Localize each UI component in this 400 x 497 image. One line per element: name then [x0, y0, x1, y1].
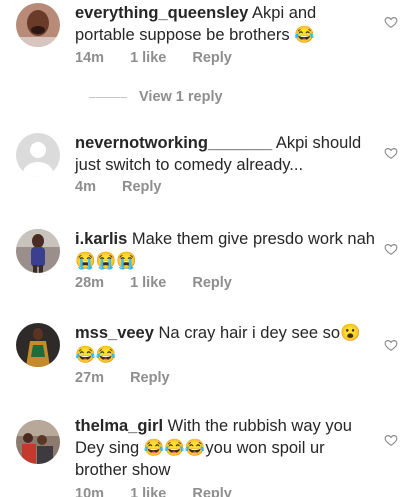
heart-icon[interactable]	[384, 146, 398, 160]
like-count[interactable]: 1 like	[130, 50, 166, 66]
comment-body: thelma_girl With the rubbish way you Dey…	[75, 415, 375, 481]
avatar[interactable]	[16, 133, 60, 177]
reply-button[interactable]: Reply	[192, 50, 232, 66]
reply-button[interactable]: Reply	[130, 370, 170, 386]
avatar[interactable]	[16, 229, 60, 273]
divider	[89, 96, 127, 98]
comment-time: 10m	[75, 486, 105, 497]
reply-button[interactable]: Reply	[192, 486, 232, 497]
comment-body: mss_veey Na cray hair i dey see so😮😂😂	[75, 322, 375, 366]
heart-icon[interactable]	[384, 15, 398, 29]
comment-time: 14m	[75, 50, 105, 66]
comment-body: nevernotworking_______ Akpi should just …	[75, 132, 375, 176]
view-replies-label[interactable]: View 1 reply	[139, 89, 223, 105]
default-avatar-icon	[16, 133, 60, 177]
like-count[interactable]: 1 like	[130, 275, 166, 291]
comment-time: 4m	[75, 179, 96, 195]
comment-time: 28m	[75, 275, 105, 291]
username[interactable]: everything_queensley	[75, 4, 248, 22]
avatar[interactable]	[16, 3, 60, 47]
avatar[interactable]	[16, 420, 60, 464]
comment-meta: 10m 1 like Reply	[75, 486, 254, 497]
avatar[interactable]	[16, 323, 60, 367]
comment-body: everything_queensley Akpi and portable s…	[75, 2, 375, 46]
username[interactable]: nevernotworking_______	[75, 134, 272, 152]
comment-meta: 28m 1 like Reply	[75, 275, 254, 291]
comment-meta: 14m 1 like Reply	[75, 50, 254, 66]
username[interactable]: i.karlis	[75, 230, 127, 248]
comment-meta: 4m Reply	[75, 179, 184, 195]
view-replies[interactable]: View 1 reply	[75, 89, 223, 105]
like-count[interactable]: 1 like	[130, 486, 166, 497]
heart-icon[interactable]	[384, 433, 398, 447]
username[interactable]: thelma_girl	[75, 417, 163, 435]
heart-icon[interactable]	[384, 338, 398, 352]
reply-button[interactable]: Reply	[122, 179, 162, 195]
comment-meta: 27m Reply	[75, 370, 192, 386]
username[interactable]: mss_veey	[75, 324, 154, 342]
heart-icon[interactable]	[384, 242, 398, 256]
reply-button[interactable]: Reply	[192, 275, 232, 291]
comment-time: 27m	[75, 370, 105, 386]
comment-body: i.karlis Make them give presdo work nah …	[75, 228, 375, 272]
